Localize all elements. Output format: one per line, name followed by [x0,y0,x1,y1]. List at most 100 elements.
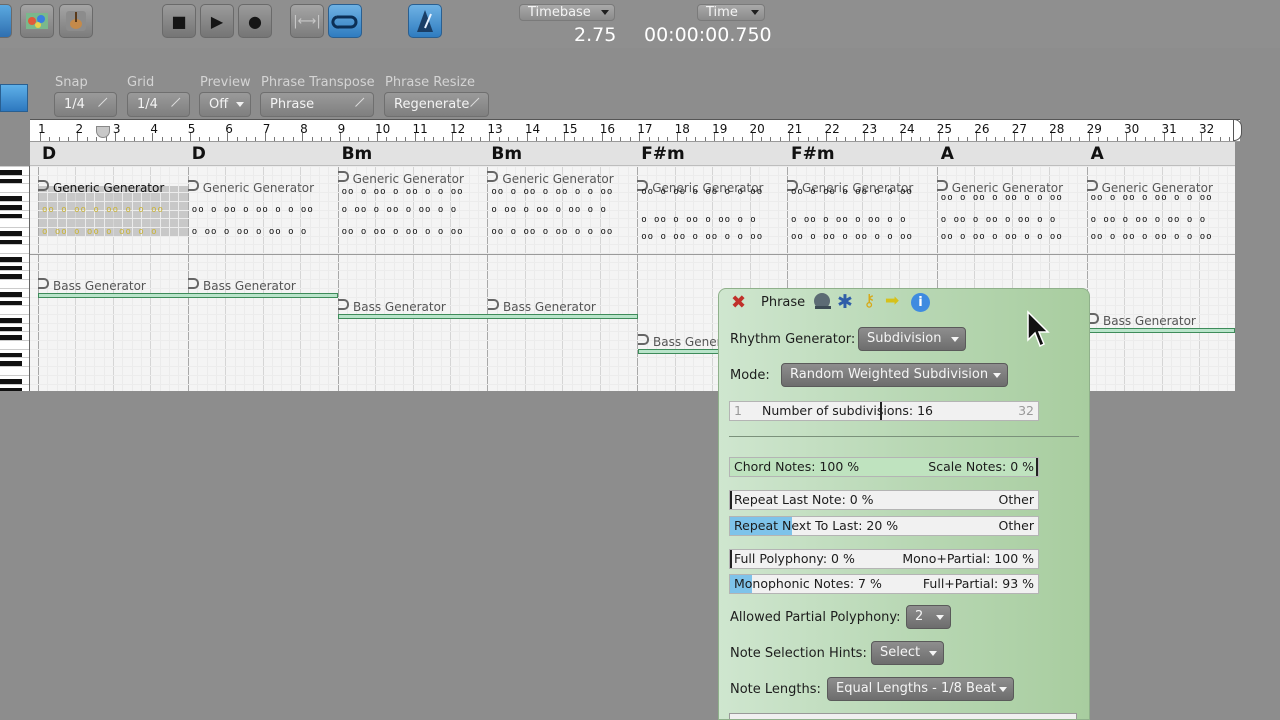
ruler-tick [1051,133,1053,141]
note-cluster[interactable]: o oo o oo o oo o o [1091,216,1207,225]
generic-generator-block[interactable]: Generic Generator [337,171,464,186]
note-cluster[interactable]: oo o oo o oo o o oo [342,188,464,197]
play-button[interactable]: ▶ [200,4,234,38]
chord-symbol[interactable]: Bm [342,144,373,164]
loop-button[interactable] [328,4,362,38]
repeat-last-handle[interactable] [730,491,732,509]
ruler-tick [264,133,266,141]
monophonic-slider[interactable]: Monophonic Notes: 7 % Full+Partial: 93 % [729,574,1039,594]
bass-generator-block[interactable]: Bass Generator [38,278,146,293]
mode-select[interactable]: Random Weighted Subdivision [781,363,1008,387]
generic-generator-block[interactable]: Generic Generator [487,171,614,186]
ruler-tick [1088,133,1090,141]
info-icon[interactable]: i [911,293,930,312]
note-cluster[interactable]: o oo o oo o oo o o [192,228,308,237]
ruler-tick [451,133,453,141]
grid-row-line [30,270,1235,272]
record-button[interactable]: ● [238,4,272,38]
note-cluster[interactable]: oo o oo o oo o o oo [791,233,913,242]
note-hints-select[interactable]: Select [871,641,944,665]
key-icon[interactable]: ⚷ [863,291,875,311]
note-cluster[interactable]: oo o oo o oo o o oo [491,228,613,237]
note-cluster[interactable]: oo o oo o oo o o oo [192,206,314,215]
phrase-resize-select[interactable]: Regenerate [384,92,489,117]
note-cluster[interactable]: o oo o oo o oo o o [941,216,1057,225]
timebase-dropdown[interactable]: Timebase [519,4,615,21]
arrow-icon[interactable]: ➡ [885,291,899,311]
subdivisions-slider[interactable]: 1 Number of subdivisions: 16 32 [729,401,1039,421]
ruler-tick [648,137,650,141]
snap-select[interactable]: 1/4 [54,92,117,117]
chord-symbol[interactable]: Bm [491,144,522,164]
note-cluster[interactable]: oo o oo o oo o o oo [1091,194,1213,203]
note-cluster[interactable]: oo o oo o oo o o oo [42,206,164,215]
full-polyphony-slider[interactable]: Full Polyphony: 0 % Mono+Partial: 100 % [729,549,1039,569]
note-cluster[interactable]: o oo o oo o oo o o [641,216,757,225]
track-view-button[interactable] [0,4,12,38]
bass-generator-block[interactable]: Bass Generator [338,299,446,314]
ruler-tick [920,137,922,141]
chord-symbol[interactable]: D [42,144,56,164]
note-cluster[interactable]: oo o oo o oo o o oo [941,194,1063,203]
note-lengths-table[interactable] [729,713,1077,719]
black-key[interactable] [0,387,22,391]
range-button[interactable]: |⟷| [290,4,324,38]
phrase-transpose-select[interactable]: Phrase [260,92,374,117]
mixer-icon[interactable] [20,4,54,38]
bar-ruler[interactable]: 1 2 3 4 5 6 7 8 9 10 11 12 13 14 15 16 17 18 19 20 21 22 23 24 2… [30,119,1240,142]
ruler-tick [779,137,781,141]
note-lengths-select[interactable]: Equal Lengths - 1/8 Beat [827,677,1014,701]
chord-track[interactable]: D D Bm Bm F#m F#m A A [30,142,1235,166]
gear-icon[interactable]: ✱ [837,291,853,313]
note-cluster[interactable]: oo o oo o oo o o oo [941,233,1063,242]
piano-keyboard[interactable] [0,166,30,391]
generic-generator-block[interactable]: Generic Generator [38,180,164,195]
chord-symbol[interactable]: D [192,144,206,164]
note-cluster[interactable]: o oo o oo o oo o o [791,216,907,225]
chord-symbol[interactable]: A [941,144,954,164]
note-cluster[interactable]: oo o oo o oo o o oo [641,188,763,197]
ruler-tick [1107,137,1109,141]
instrument-icon[interactable] [59,4,93,38]
chord-symbol[interactable]: F#m [641,144,685,164]
subdiv-handle[interactable] [880,402,882,420]
partial-polyphony-label: Allowed Partial Polyphony: [730,610,901,625]
chord-symbol[interactable]: F#m [791,144,835,164]
note-cluster[interactable]: oo o oo o oo o o oo [491,188,613,197]
note-cluster[interactable]: oo o oo o oo o o oo [342,228,464,237]
note-cluster[interactable]: o oo o oo o oo o o [42,228,158,237]
metronome-button[interactable] [408,4,442,38]
time-dropdown[interactable]: Time [697,4,765,21]
rhythm-generator-select[interactable]: Subdivision [858,327,966,351]
generic-generator-block[interactable]: Generic Generator [187,180,314,195]
repeat-next-slider[interactable]: Repeat Next To Last: 20 % Other [729,516,1039,536]
full-poly-handle[interactable] [730,550,732,568]
partial-polyphony-select[interactable]: 2 [906,605,951,629]
bass-generator-block[interactable]: Bass Generator [188,278,296,293]
note-cluster[interactable]: oo o oo o oo o o oo [791,188,913,197]
bass-generator-block[interactable]: Bass Generator [1088,313,1196,328]
note-cluster[interactable]: oo o oo o oo o o oo [641,233,763,242]
bass-note-bar[interactable] [338,314,638,319]
chord-scale-handle[interactable] [1036,458,1038,476]
chord-notes-label: Chord Notes: 100 % [734,459,860,474]
generator-label: Bass Generator [503,300,596,314]
bass-note-bar[interactable] [1088,328,1235,333]
close-icon[interactable]: ✖ [731,292,746,313]
note-cluster[interactable]: o oo o oo o oo o o [491,206,607,215]
stop-button[interactable]: ■ [162,4,196,38]
chord-symbol[interactable]: A [1091,144,1104,164]
bass-generator-block[interactable]: Bass Generator [488,299,596,314]
wrench-icon[interactable] [812,292,834,316]
ruler-tick [498,137,500,141]
bass-note-bar[interactable] [38,293,338,298]
grid-select[interactable]: 1/4 [127,92,190,117]
ruler-tick [1144,137,1146,141]
note-cluster[interactable]: o oo o oo o oo o o [342,206,458,215]
note-cluster[interactable]: oo o oo o oo o o oo [1091,233,1213,242]
chord-scale-slider[interactable]: Chord Notes: 100 % Scale Notes: 0 % [729,457,1039,477]
bass-note-bar[interactable] [638,349,728,354]
repeat-last-slider[interactable]: Repeat Last Note: 0 % Other [729,490,1039,510]
piano-roll-toggle[interactable] [0,84,28,112]
preview-select[interactable]: Off [199,92,251,117]
